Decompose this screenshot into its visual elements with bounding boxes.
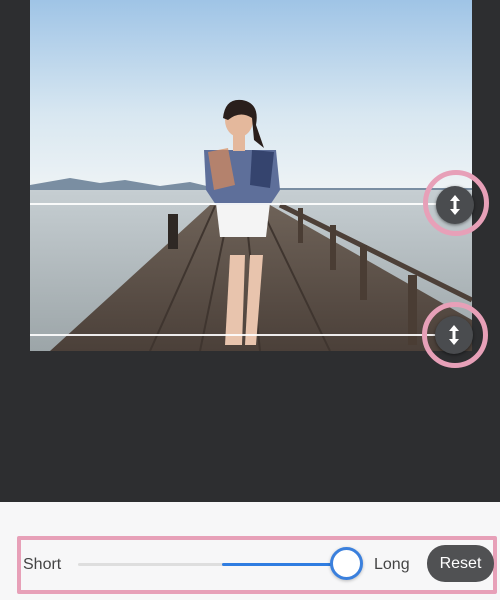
reset-button[interactable]: Reset — [427, 545, 494, 582]
bottom-guide-line[interactable] — [30, 334, 440, 336]
length-slider-thumb[interactable] — [330, 547, 363, 580]
photo-editor: Short Long Reset — [0, 0, 500, 600]
vertical-arrows-icon — [448, 194, 462, 216]
photo-image — [30, 0, 472, 351]
canvas-area — [0, 0, 500, 502]
short-label: Short — [23, 556, 62, 573]
long-label: Long — [374, 556, 410, 573]
photo — [30, 0, 472, 351]
bottom-panel — [0, 502, 500, 600]
top-guide-line[interactable] — [30, 203, 440, 205]
vertical-arrows-icon — [447, 324, 461, 346]
length-slider-fill — [222, 563, 346, 566]
top-resize-handle[interactable] — [436, 186, 474, 224]
bottom-resize-handle[interactable] — [435, 316, 473, 354]
